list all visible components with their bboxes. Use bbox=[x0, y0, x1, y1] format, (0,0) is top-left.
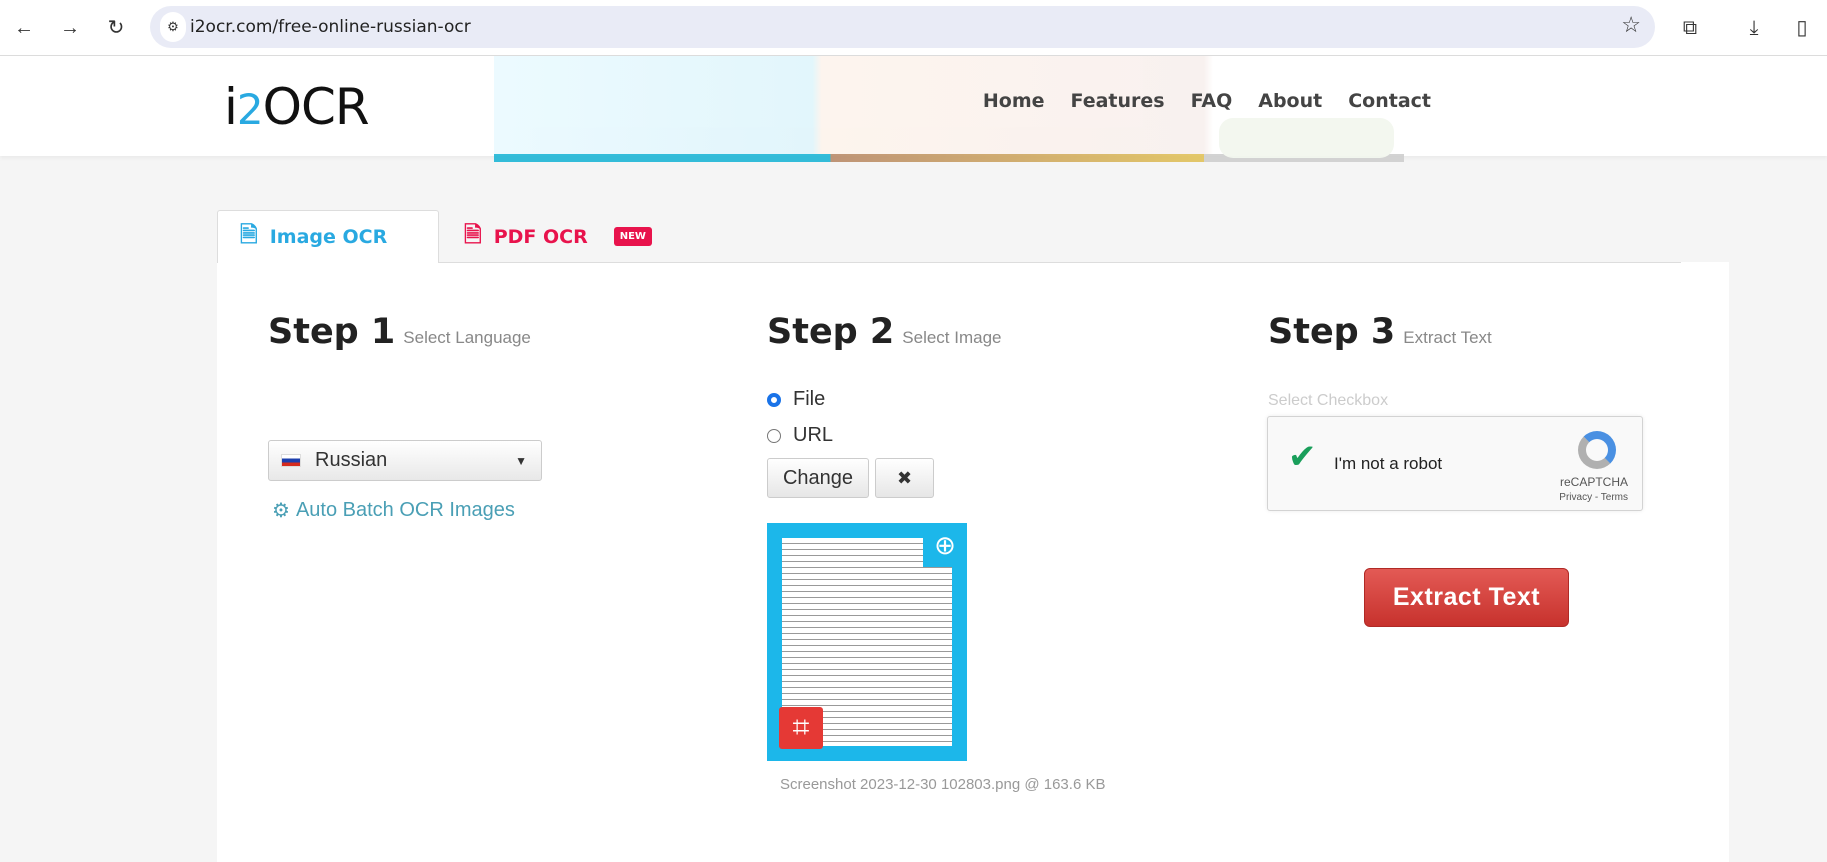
radio-file[interactable]: File bbox=[767, 388, 825, 411]
gears-icon: ⚙ bbox=[272, 500, 290, 522]
forward-icon[interactable]: → bbox=[54, 12, 86, 44]
image-preview: ⊕ ⌗ bbox=[767, 523, 967, 761]
captcha-text: I'm not a robot bbox=[1334, 454, 1443, 473]
site-info-icon[interactable]: ⚙ bbox=[160, 12, 186, 42]
nav-features[interactable]: Features bbox=[1071, 90, 1165, 112]
step2-heading: Step 2 Select Image bbox=[767, 312, 1002, 352]
radio-checked[interactable] bbox=[767, 392, 781, 407]
back-icon[interactable]: ← bbox=[8, 12, 40, 44]
auto-batch-link[interactable]: ⚙ Auto Batch OCR Images bbox=[272, 498, 515, 523]
checkmark-icon[interactable]: ✔ bbox=[1288, 437, 1317, 477]
radio-label: File bbox=[793, 388, 826, 410]
new-badge: NEW bbox=[613, 227, 652, 246]
russia-flag-icon bbox=[281, 454, 301, 467]
tab-pdf-ocr[interactable]: 🗎 PDF OCR NEW bbox=[464, 210, 652, 263]
tab-image-ocr[interactable]: 🗎 Image OCR bbox=[217, 210, 439, 263]
radio-unchecked[interactable] bbox=[767, 428, 781, 443]
crop-icon[interactable]: ⌗ bbox=[779, 707, 823, 749]
radio-url[interactable]: URL bbox=[767, 424, 833, 447]
captcha-brand: reCAPTCHA bbox=[1559, 475, 1628, 489]
change-button[interactable]: Change bbox=[767, 458, 869, 498]
pdf-icon: 🗎 bbox=[464, 222, 482, 248]
language-value: Russian bbox=[315, 449, 388, 471]
batch-link-label: Auto Batch OCR Images bbox=[295, 499, 515, 521]
url-text: i2ocr.com/free-online-russian-ocr bbox=[190, 17, 471, 37]
tab-label: PDF OCR bbox=[493, 225, 588, 248]
file-info: Screenshot 2023-12-30 102803.png @ 163.6… bbox=[780, 776, 1106, 793]
step3-heading: Step 3 Extract Text bbox=[1268, 312, 1492, 352]
nav-contact[interactable]: Contact bbox=[1348, 90, 1431, 112]
recaptcha-widget[interactable]: ✔ I'm not a robot reCAPTCHA Privacy - Te… bbox=[1267, 416, 1643, 511]
captcha-privacy-terms[interactable]: Privacy - Terms bbox=[1559, 492, 1628, 503]
select-checkbox-label: Select Checkbox bbox=[1268, 392, 1389, 409]
tab-label: Image OCR bbox=[269, 226, 388, 248]
download-icon[interactable]: ⤓ bbox=[1738, 12, 1770, 44]
radio-label: URL bbox=[793, 424, 834, 446]
nav-home[interactable]: Home bbox=[983, 90, 1045, 112]
extensions-icon[interactable]: ⧉ bbox=[1674, 12, 1706, 44]
address-bar[interactable]: ⚙ i2ocr.com/free-online-russian-ocr ☆ bbox=[150, 6, 1655, 48]
ocr-panel bbox=[217, 262, 1729, 862]
site-header: i2OCR Home Features FAQ About Contact bbox=[0, 56, 1827, 162]
logo[interactable]: i2OCR bbox=[224, 78, 370, 136]
remove-button[interactable]: ✖ bbox=[875, 458, 934, 498]
step1-heading: Step 1 Select Language bbox=[268, 312, 531, 352]
language-select[interactable]: Russian ▼ bbox=[268, 440, 542, 481]
browser-toolbar: ← → ↻ ⚙ i2ocr.com/free-online-russian-oc… bbox=[0, 0, 1827, 56]
extract-text-button[interactable]: Extract Text bbox=[1364, 568, 1569, 627]
side-panel-icon[interactable]: ▯ bbox=[1786, 12, 1818, 44]
bookmark-star-icon[interactable]: ☆ bbox=[1621, 12, 1641, 38]
nav-faq[interactable]: FAQ bbox=[1191, 90, 1233, 112]
caret-down-icon: ▼ bbox=[515, 453, 527, 468]
reload-icon[interactable]: ↻ bbox=[100, 12, 132, 44]
document-icon: 🗎 bbox=[240, 223, 258, 248]
recaptcha-logo-icon bbox=[1578, 431, 1616, 469]
zoom-in-icon[interactable]: ⊕ bbox=[923, 523, 967, 567]
main-nav: Home Features FAQ About Contact bbox=[983, 90, 1431, 112]
nav-about[interactable]: About bbox=[1258, 90, 1322, 112]
